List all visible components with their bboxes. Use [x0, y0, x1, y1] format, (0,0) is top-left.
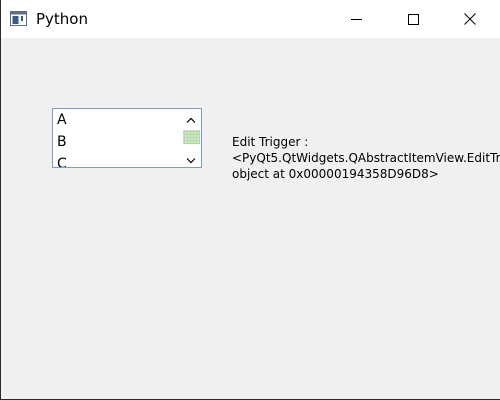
list-item-a[interactable]: A [53, 109, 181, 131]
close-button[interactable] [447, 0, 493, 38]
list-item-b[interactable]: B [53, 131, 181, 153]
title-bar[interactable]: Python [1, 0, 500, 38]
main-window: Python A B C Edit Trigger: <PyQt5.QtWid… [0, 0, 500, 400]
maximize-button[interactable] [390, 0, 436, 38]
python-window-icon [10, 11, 27, 26]
minimize-button[interactable] [333, 0, 379, 38]
scroll-down-button[interactable] [181, 150, 201, 167]
maximize-icon [407, 10, 419, 29]
label-line-1: Edit Trigger : [232, 135, 309, 149]
scroll-thumb[interactable] [183, 130, 200, 144]
list-widget[interactable]: A B C [52, 108, 202, 168]
chevron-up-icon [186, 109, 196, 127]
label-line-2: <PyQt5.QtWidgets.QAbstractItemView.EditT… [232, 151, 500, 165]
client-area: A B C Edit Trigger: <PyQt5.QtWidgets.QA… [1, 38, 500, 399]
vertical-scrollbar[interactable] [181, 109, 201, 167]
edit-trigger-label: Edit Trigger : <PyQt5.QtWidgets.QAbstrac… [232, 134, 500, 182]
scroll-up-button[interactable] [181, 109, 201, 126]
chevron-down-icon [186, 149, 196, 167]
minimize-icon [350, 10, 362, 29]
close-icon [464, 10, 476, 29]
window-title: Python [36, 10, 88, 28]
list-items-viewport[interactable]: A B C [53, 109, 181, 167]
list-item-c[interactable]: C [53, 153, 181, 167]
label-line-3: object at 0x00000194358D96D8> [232, 167, 439, 181]
